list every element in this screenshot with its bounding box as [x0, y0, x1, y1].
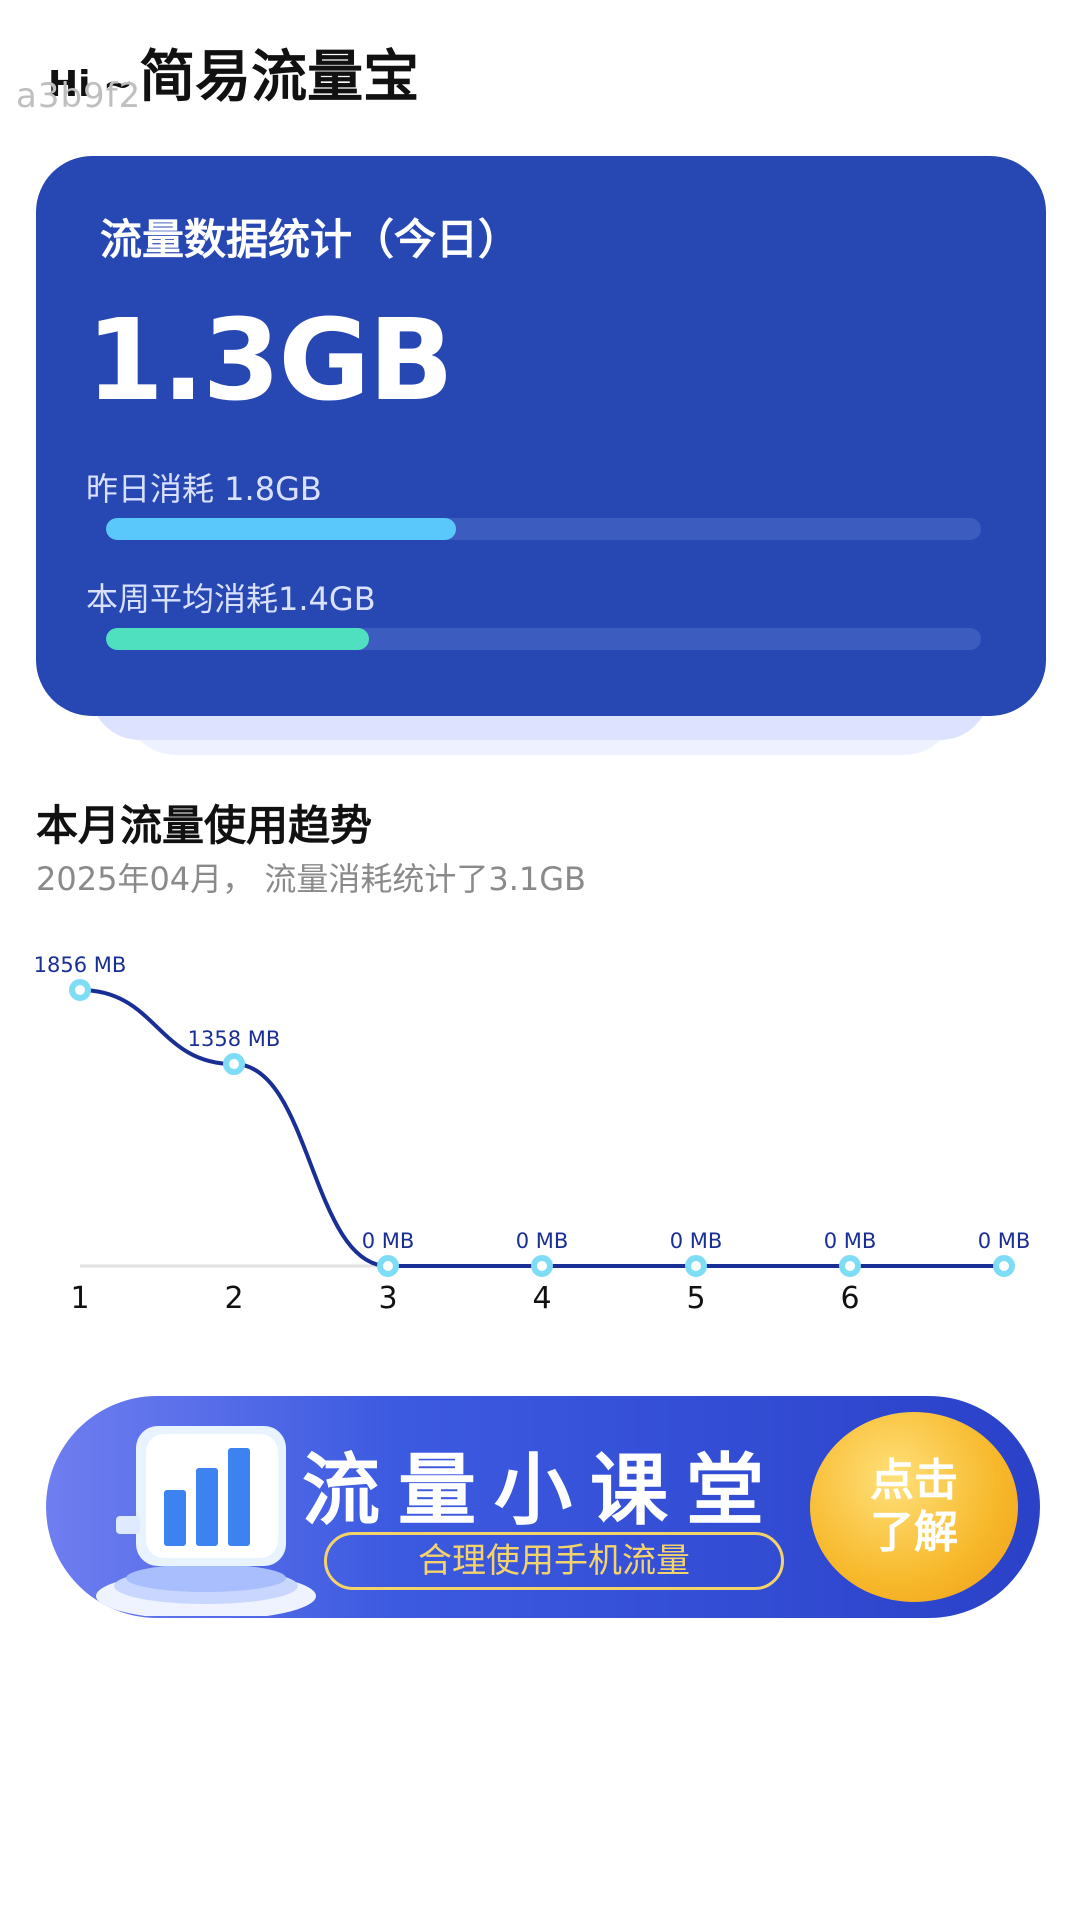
learn-more-label: 点击了解 — [870, 1455, 958, 1558]
learn-more-button[interactable]: 点击了解 — [810, 1412, 1018, 1602]
data-label: 0 MB — [670, 1229, 723, 1253]
data-point — [223, 1053, 245, 1076]
data-point — [531, 1255, 553, 1277]
x-tick-label: 3 — [378, 1281, 397, 1316]
weekly-average-label: 本周平均消耗1.4GB — [86, 580, 376, 618]
data-point — [993, 1255, 1015, 1277]
traffic-course-banner[interactable]: 流量小课堂 合理使用手机流量 点击了解 — [46, 1396, 1040, 1618]
stats-card: 流量数据统计（今日） 1.3GB 昨日消耗 1.8GB 本周平均消耗1.4GB — [36, 156, 1046, 716]
data-label: 0 MB — [516, 1229, 569, 1253]
x-tick-label: 6 — [840, 1281, 859, 1316]
data-label: 0 MB — [824, 1229, 877, 1253]
x-tick-label: 4 — [532, 1281, 551, 1316]
data-point — [69, 979, 91, 1001]
month-trend-subtitle: 2025年04月， 流量消耗统计了3.1GB — [36, 860, 586, 898]
stats-title: 流量数据统计（今日） — [100, 215, 521, 264]
data-point — [685, 1255, 707, 1277]
banner-subtitle: 合理使用手机流量 — [324, 1532, 784, 1590]
today-usage-value: 1.3GB — [86, 296, 454, 426]
month-trend-chart: 1856 MB 1 1358 MB 2 0 MB 3 0 MB 4 0 MB 5 0 MB 6 0 MB — [34, 953, 1031, 1316]
weekly-progress-fill — [106, 628, 369, 650]
weekly-progress-track — [106, 628, 981, 650]
banner-title: 流量小课堂 — [302, 1446, 783, 1536]
watermark: a3b9f2 — [16, 76, 142, 116]
yesterday-usage-label: 昨日消耗 1.8GB — [86, 470, 322, 508]
data-label: 0 MB — [362, 1229, 415, 1253]
x-tick-label: 2 — [224, 1281, 243, 1316]
x-tick-label: 1 — [70, 1281, 89, 1316]
data-point — [839, 1255, 861, 1277]
data-label: 1358 MB — [188, 1027, 281, 1051]
month-trend-title: 本月流量使用趋势 — [36, 801, 373, 850]
x-tick-label: 5 — [686, 1281, 705, 1316]
yesterday-progress-track — [106, 518, 981, 540]
data-point — [377, 1255, 399, 1277]
yesterday-progress-fill — [106, 518, 456, 540]
data-label: 0 MB — [978, 1229, 1031, 1253]
data-label: 1856 MB — [34, 953, 127, 977]
app-name: 简易流量宝 — [139, 45, 420, 110]
